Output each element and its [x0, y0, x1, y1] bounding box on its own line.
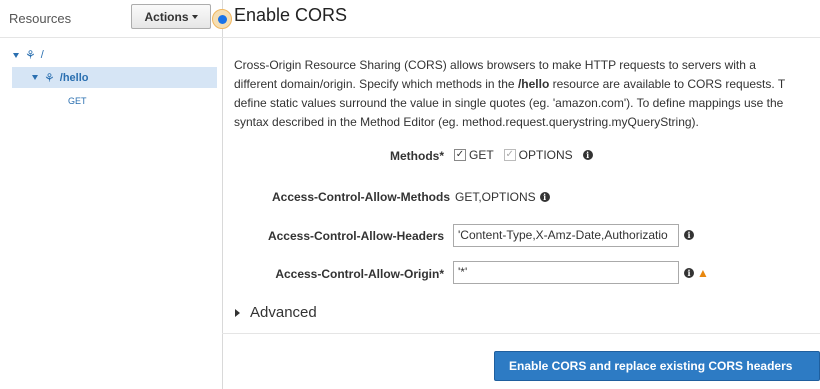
allow-methods-value: GET,OPTIONS [455, 190, 536, 204]
caret-down-icon [191, 14, 198, 19]
tree-item-root[interactable]: ⚘ / [13, 48, 44, 62]
options-checkbox: ✓ [503, 149, 516, 161]
info-icon[interactable]: i [684, 268, 694, 278]
expand-toggle-icon[interactable] [32, 75, 38, 80]
advanced-toggle[interactable]: Advanced [235, 304, 317, 321]
tree-item-hello-label: /hello [59, 71, 89, 84]
description-line-1: Cross-Origin Resource Sharing (CORS) all… [234, 58, 756, 72]
enable-cors-button[interactable]: Enable CORS and replace existing CORS he… [494, 351, 820, 381]
resources-sidebar: Resources Actions ⚘ / ⚘ /hello GET [0, 0, 223, 389]
resource-icon: ⚘ [25, 48, 36, 62]
allow-origin-icons: i ▲ [684, 266, 709, 280]
description-line-2: different domain/origin. Specify which m… [234, 75, 820, 94]
tree-item-get-method[interactable]: GET [68, 96, 87, 106]
description-text: different domain/origin. Specify which m… [234, 77, 518, 91]
info-icon[interactable]: i [684, 230, 694, 240]
description-line-4: syntax described in the Method Editor (e… [234, 115, 699, 129]
allow-methods-label: Access-Control-Allow-Methods [271, 190, 450, 204]
expand-toggle-icon[interactable] [13, 52, 19, 58]
advanced-label: Advanced [250, 304, 317, 321]
info-icon[interactable]: i [582, 150, 593, 160]
info-icon[interactable]: i [539, 192, 550, 202]
allow-methods-value-row: GET,OPTIONS i [455, 190, 550, 204]
focus-indicator-icon [212, 9, 232, 29]
warning-icon[interactable]: ▲ [697, 266, 709, 280]
cors-description: Cross-Origin Resource Sharing (CORS) all… [234, 56, 820, 132]
allow-origin-label: Access-Control-Allow-Origin* [275, 267, 444, 281]
page-title: Enable CORS [234, 5, 348, 25]
sidebar-divider [0, 37, 222, 38]
allow-headers-icons: i [684, 230, 694, 240]
methods-label: Methods* [390, 149, 444, 163]
tree-item-root-label: / [40, 49, 44, 61]
resource-icon: ⚘ [44, 70, 55, 85]
focus-dot [217, 14, 227, 24]
expand-triangle-icon [235, 308, 240, 317]
options-checkbox-label: OPTIONS [518, 148, 573, 162]
get-checkbox[interactable]: ✓ [454, 149, 466, 161]
allow-origin-input[interactable]: '*' [453, 261, 679, 284]
tree-item-hello[interactable]: ⚘ /hello [12, 67, 217, 88]
advanced-divider [222, 333, 820, 334]
description-line-3: define static values surround the value … [234, 96, 784, 110]
allow-headers-input[interactable]: 'Content-Type,X-Amz-Date,Authorizatio [453, 224, 679, 247]
actions-label: Actions [144, 9, 189, 24]
allow-headers-label: Access-Control-Allow-Headers [267, 229, 444, 243]
resources-title: Resources [9, 11, 72, 26]
actions-button[interactable]: Actions [131, 4, 211, 29]
get-checkbox-label: GET [469, 148, 494, 162]
resource-path-bold: /hello [517, 77, 550, 91]
title-divider [222, 37, 820, 38]
description-text: resource are available to CORS requests.… [549, 77, 786, 91]
methods-checkboxes: ✓ GET ✓ OPTIONS i [454, 148, 593, 162]
